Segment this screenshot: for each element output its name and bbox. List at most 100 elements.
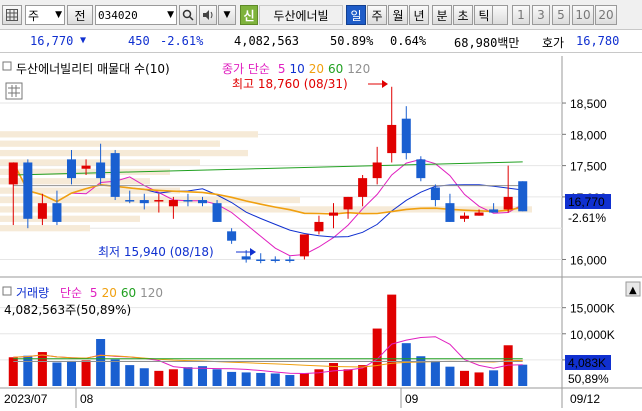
volume-bar bbox=[66, 360, 77, 386]
volume-bar bbox=[110, 359, 120, 386]
volume-profile-band bbox=[0, 131, 258, 138]
candle-body bbox=[474, 212, 484, 216]
volume-ma-legend-60: 60 bbox=[121, 286, 136, 300]
stock-code-input[interactable]: 034020 ▼ bbox=[95, 5, 177, 25]
volume-summary: 4,082,563주(50,89%) bbox=[4, 303, 131, 317]
candle-body bbox=[139, 200, 149, 204]
volume-value: 4,082,563 bbox=[234, 34, 300, 48]
candle-body bbox=[227, 231, 237, 241]
volume-ma-legend-5: 5 bbox=[90, 286, 98, 300]
price-ma-legend-10: 10 bbox=[289, 62, 304, 76]
grid-icon[interactable] bbox=[2, 5, 22, 25]
volume-bar bbox=[518, 364, 528, 386]
period-tab-5[interactable]: 초 bbox=[453, 5, 473, 25]
x-label-2023-07: 2023/07 bbox=[4, 392, 48, 406]
new-badge[interactable]: 신 bbox=[240, 5, 258, 25]
candle-body bbox=[343, 196, 353, 210]
volume-bar bbox=[125, 365, 135, 386]
x-label-09-12: 09/12 bbox=[570, 392, 600, 406]
minute-option-1[interactable]: 1 bbox=[512, 5, 530, 25]
candle-body bbox=[212, 203, 222, 222]
volume-profile-band bbox=[0, 215, 140, 222]
volume-bar bbox=[183, 367, 193, 386]
volume-bar bbox=[285, 375, 295, 386]
candle-body bbox=[401, 118, 411, 154]
candle-body bbox=[52, 203, 62, 222]
price-panel-title: 두산에너빌리티 매물대 수(10) bbox=[16, 62, 170, 76]
market-type-value: 주 bbox=[28, 8, 40, 23]
volume-bar bbox=[416, 356, 426, 386]
chart-area[interactable]: 18,50018,00017,50017,00016,000 15,000K10… bbox=[0, 56, 642, 408]
candle-body bbox=[81, 165, 91, 169]
stock-list-button[interactable]: 전 bbox=[67, 5, 93, 25]
volume-bar bbox=[81, 360, 91, 386]
chevron-down-icon: ▼ bbox=[55, 10, 62, 20]
minute-option-10[interactable]: 10 bbox=[572, 5, 594, 25]
volume-profile-band bbox=[0, 149, 248, 157]
toolbar: 주 ▼ 전 034020 ▼ ▼ 신 두산에너빌 일주월년분초틱 1 3 5 10 20 bbox=[0, 0, 642, 30]
chevron-down-icon: ▼ bbox=[167, 10, 174, 20]
stock-name-value: 두산에너빌 bbox=[273, 8, 329, 23]
volume-bar bbox=[241, 372, 251, 386]
volume-y-tick-label: 15,000K bbox=[570, 302, 615, 316]
volume-panel-title: 거래량 bbox=[16, 286, 49, 300]
candle-body bbox=[197, 200, 208, 204]
y-tick-label: 18,000 bbox=[570, 128, 607, 142]
volume-bar bbox=[227, 371, 237, 386]
volume-bar bbox=[168, 369, 178, 386]
low-price-label: 최저 15,940 (08/18) bbox=[98, 245, 214, 259]
period-tab-2[interactable]: 월 bbox=[388, 5, 408, 25]
ask-price: 16,780 bbox=[576, 34, 620, 48]
candle-body bbox=[314, 221, 324, 232]
minute-option-5[interactable]: 5 bbox=[552, 5, 570, 25]
search-icon[interactable] bbox=[179, 5, 197, 25]
period-tab-4[interactable]: 분 bbox=[432, 5, 452, 25]
price-volume-chart[interactable]: 18,50018,00017,50017,00016,000 15,000K10… bbox=[0, 56, 642, 408]
current-price-tag-value: 16,770 bbox=[568, 195, 605, 209]
stock-name-label: 두산에너빌 bbox=[259, 5, 343, 25]
ask-label: 호가 bbox=[542, 36, 565, 50]
down-triangle-icon: ▼ bbox=[80, 35, 87, 46]
candle-body bbox=[270, 259, 280, 261]
change-percent: -2.61% bbox=[160, 34, 204, 48]
period-tab-3[interactable]: 년 bbox=[409, 5, 429, 25]
x-label-09: 09 bbox=[405, 392, 419, 406]
volume-y-tick-label: 10,000K bbox=[570, 328, 615, 342]
stock-list-label: 전 bbox=[74, 8, 86, 23]
more-arrow-icon[interactable]: ▼ bbox=[218, 5, 236, 25]
change-value: 450 bbox=[128, 34, 150, 48]
period-tab-0[interactable]: 일 bbox=[346, 5, 366, 25]
price-ma-legend-60: 60 bbox=[328, 62, 343, 76]
volume-bar bbox=[52, 362, 62, 386]
y-tick-label: 18,500 bbox=[570, 97, 607, 111]
price-ma-legend-5: 5 bbox=[278, 62, 286, 76]
candle-body bbox=[96, 162, 106, 179]
chevron-up-icon: ▲ bbox=[629, 285, 637, 296]
volume-bar bbox=[23, 355, 33, 386]
turnover-percent: 0.64% bbox=[390, 34, 427, 48]
volume-profile-band bbox=[0, 225, 90, 232]
table-icon[interactable] bbox=[5, 82, 23, 100]
candle-body bbox=[459, 215, 470, 219]
candle-body bbox=[256, 259, 266, 261]
volume-bar bbox=[489, 370, 499, 386]
minute-option-20[interactable]: 20 bbox=[595, 5, 617, 25]
volume-bar bbox=[343, 369, 353, 386]
volume-bar bbox=[445, 366, 455, 386]
candle-body bbox=[503, 196, 513, 210]
speaker-icon[interactable] bbox=[199, 5, 217, 25]
y-tick-label: 17,500 bbox=[570, 160, 607, 174]
candle-body bbox=[8, 162, 18, 185]
candle-body bbox=[328, 212, 339, 216]
volume-bar bbox=[430, 360, 440, 386]
volume-bar bbox=[299, 373, 309, 386]
candle-body bbox=[66, 159, 77, 179]
market-type-select[interactable]: 주 ▼ bbox=[25, 5, 65, 25]
minute-option-3[interactable]: 3 bbox=[532, 5, 550, 25]
period-tab-6[interactable]: 틱 bbox=[474, 5, 494, 25]
period-tab-1[interactable]: 주 bbox=[367, 5, 387, 25]
volume-bar bbox=[372, 328, 382, 386]
new-badge-label: 신 bbox=[243, 8, 255, 23]
candle-body bbox=[23, 162, 33, 219]
candle-body bbox=[299, 234, 309, 257]
